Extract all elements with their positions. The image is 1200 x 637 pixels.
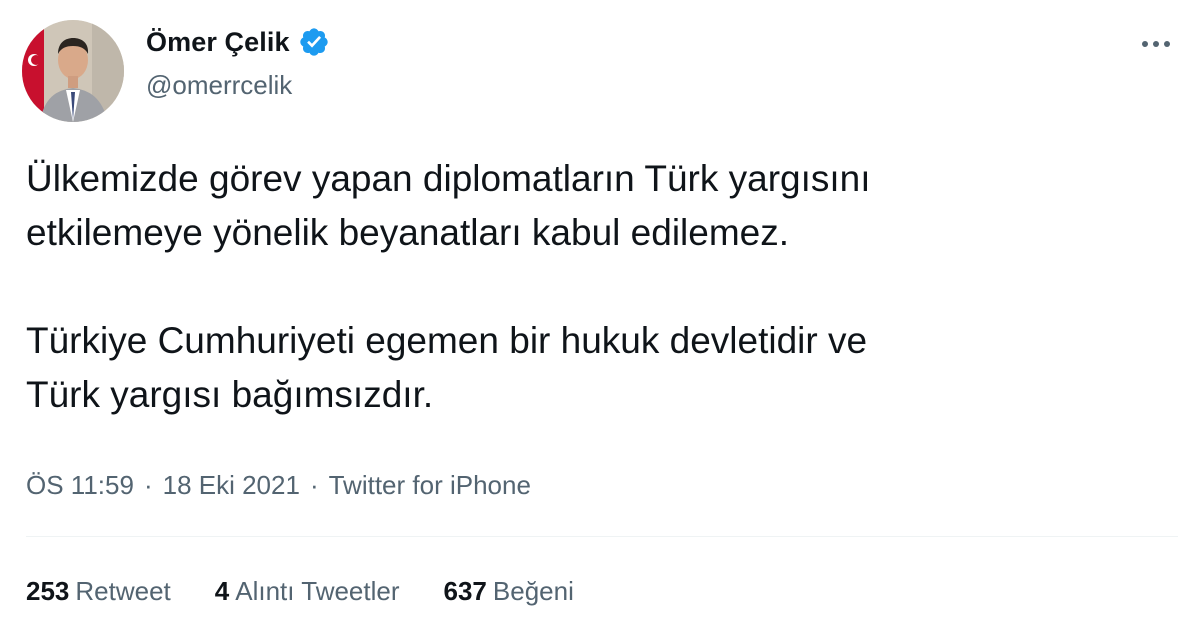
tweet-stats: 253 Retweet 4 Alıntı Tweetler 637 Beğeni <box>26 576 574 607</box>
tweet-time[interactable]: ÖS 11:59 <box>26 470 134 501</box>
tweet-paragraph: Ülkemizde görev yapan diplomatların Türk… <box>26 158 871 253</box>
more-horizontal-icon <box>1142 41 1170 47</box>
likes-label: Beğeni <box>492 576 574 606</box>
retweets-stat[interactable]: 253 Retweet <box>26 576 171 607</box>
tweet-meta: ÖS 11:59 · 18 Eki 2021 · Twitter for iPh… <box>26 470 531 501</box>
author-name-row: Ömer Çelik <box>146 26 330 58</box>
avatar-image <box>22 20 124 122</box>
quote-tweets-label: Alıntı Tweetler <box>235 576 400 606</box>
tweet-source[interactable]: Twitter for iPhone <box>329 470 531 501</box>
quote-tweets-stat[interactable]: 4 Alıntı Tweetler <box>215 576 400 607</box>
divider <box>26 536 1178 537</box>
author-display-name[interactable]: Ömer Çelik <box>146 27 290 58</box>
retweets-label: Retweet <box>75 576 171 606</box>
quote-tweets-count: 4 <box>214 576 230 606</box>
avatar[interactable] <box>22 20 124 122</box>
more-options-button[interactable] <box>1134 26 1178 62</box>
tweet-text: Ülkemizde görev yapan diplomatların Türk… <box>26 152 1166 422</box>
author-handle[interactable]: @omerrcelik <box>146 70 292 101</box>
tweet-card: Ömer Çelik @omerrcelik Ülkemizde görev y… <box>0 0 1200 637</box>
meta-separator: · <box>143 470 153 500</box>
likes-count: 637 <box>443 576 487 606</box>
likes-stat[interactable]: 637 Beğeni <box>444 576 574 607</box>
tweet-paragraph: Türkiye Cumhuriyeti egemen bir hukuk dev… <box>26 320 868 415</box>
meta-separator: · <box>309 470 319 500</box>
retweets-count: 253 <box>26 576 70 606</box>
tweet-date[interactable]: 18 Eki 2021 <box>163 470 300 501</box>
verified-badge-icon <box>298 26 330 58</box>
